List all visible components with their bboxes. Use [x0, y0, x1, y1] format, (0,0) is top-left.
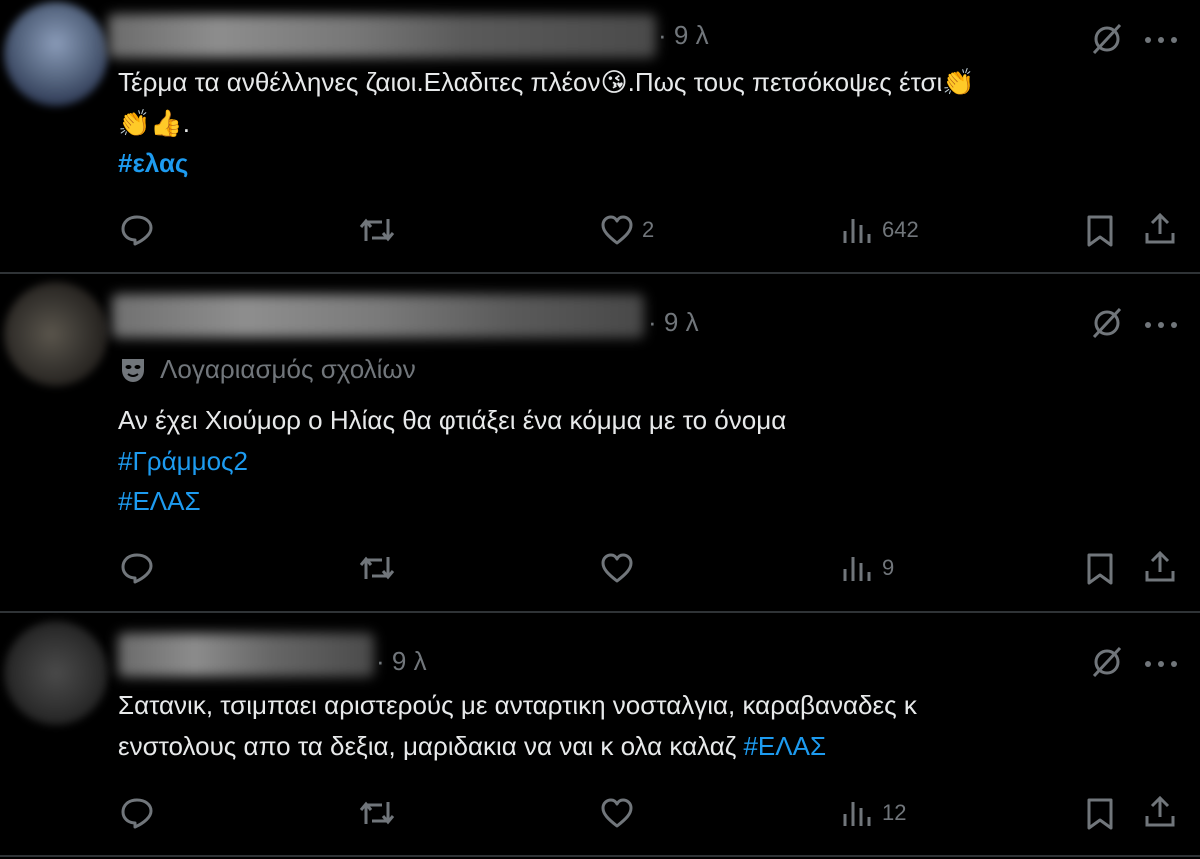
tweet-2[interactable]: · 9 λ Λογαριασμός σχολίων Αν έχει Χιούμο…	[0, 274, 1200, 611]
reply-icon	[121, 798, 153, 829]
grok-icon[interactable]	[1090, 307, 1124, 343]
reply-button[interactable]	[120, 214, 154, 246]
hashtag-link[interactable]: #ΕΛΑΣ	[743, 731, 826, 761]
grok-icon[interactable]	[1090, 23, 1124, 59]
avatar[interactable]	[4, 282, 108, 386]
like-count: 2	[642, 217, 655, 242]
views-button[interactable]: 9	[842, 552, 894, 584]
mask-icon	[122, 358, 144, 382]
author-name-blurred[interactable]	[118, 633, 374, 677]
tweet-1[interactable]: · 9 λ Τέρμα τα ανθέλληνες ζαιοι.Ελαδιτες…	[0, 0, 1200, 272]
view-count: 9	[882, 555, 895, 580]
like-button[interactable]	[600, 797, 642, 829]
share-icon	[1145, 550, 1175, 582]
tweet-time[interactable]: · 9 λ	[658, 20, 709, 51]
more-icon[interactable]	[1143, 32, 1179, 50]
anonymous-account-label: Λογαριασμός σχολίων	[118, 354, 416, 385]
hashtag-link[interactable]: #ελας	[118, 148, 188, 178]
more-icon[interactable]	[1143, 656, 1179, 674]
retweet-icon	[359, 218, 395, 242]
bookmark-icon	[1087, 553, 1113, 585]
tweet-text-part: ενστολους απο τα δεξια, μαριδακια να ναι…	[118, 731, 744, 761]
clap-emoji: 👏	[942, 68, 975, 98]
tweet-text: Τέρμα τα ανθέλληνες ζαιοι.Ελαδιτες πλέον…	[118, 62, 975, 104]
clap-thumbs-emoji: 👏👍	[118, 109, 183, 139]
like-button[interactable]	[600, 552, 642, 584]
bookmark-button[interactable]	[1084, 552, 1116, 586]
anonymous-account-text: Λογαριασμός σχολίων	[160, 354, 416, 384]
tweet-text: Σατανικ, τσιμπαει αριστερούς με ανταρτικ…	[118, 690, 917, 720]
reply-icon	[121, 215, 153, 246]
views-button[interactable]: 12	[842, 797, 906, 829]
tweet-text: Αν έχει Χιούμορ ο Ηλίας θα φτιάξει ένα κ…	[118, 405, 787, 435]
bookmark-button[interactable]	[1084, 797, 1116, 831]
avatar[interactable]	[4, 621, 108, 725]
retweet-icon	[359, 556, 395, 580]
share-icon	[1145, 795, 1175, 827]
tweet-time[interactable]: · 9 λ	[648, 307, 699, 338]
author-name-blurred[interactable]	[112, 294, 644, 338]
reply-button[interactable]	[120, 552, 154, 584]
heart-icon	[601, 553, 633, 583]
heart-icon	[601, 215, 633, 245]
bookmark-button[interactable]	[1084, 214, 1116, 248]
avatar[interactable]	[4, 2, 108, 106]
more-icon[interactable]	[1143, 317, 1179, 335]
tweet-text-dot: .	[182, 108, 190, 138]
tweet-divider	[0, 855, 1200, 857]
like-button[interactable]: 2	[600, 214, 654, 246]
views-icon	[843, 557, 871, 581]
views-button[interactable]: 642	[842, 214, 919, 246]
hashtag-line: #Γράμμος2	[118, 441, 248, 482]
tweet-text-part: .Πως τους πετσόκοψες έτσι	[627, 67, 943, 97]
tweet-3[interactable]: · 9 λ Σατανικ, τσιμπαει αριστερούς με αν…	[0, 613, 1200, 859]
author-name-blurred[interactable]	[108, 14, 656, 58]
share-icon	[1145, 212, 1175, 244]
hashtag-link[interactable]: #ΕΛΑΣ	[118, 486, 201, 516]
hashtag-line: #ΕΛΑΣ	[118, 481, 201, 522]
heart-icon	[601, 798, 633, 828]
share-button[interactable]	[1143, 795, 1177, 829]
view-count: 12	[882, 800, 907, 825]
reply-button[interactable]	[120, 797, 154, 829]
bookmark-icon	[1087, 798, 1113, 830]
hashtag-line: #ελας	[118, 143, 188, 184]
retweet-icon	[359, 801, 395, 825]
tweet-text-line2: ενστολους απο τα δεξια, μαριδακια να ναι…	[118, 726, 826, 767]
bookmark-icon	[1087, 215, 1113, 247]
kiss-emoji: 😘	[600, 68, 628, 98]
share-button[interactable]	[1143, 550, 1177, 584]
grok-icon[interactable]	[1090, 646, 1124, 682]
tweet-text-line2: 👏👍.	[118, 103, 190, 145]
hashtag-link[interactable]: #Γράμμος2	[118, 446, 248, 476]
views-icon	[843, 219, 871, 243]
tweet-time[interactable]: · 9 λ	[376, 646, 427, 677]
share-button[interactable]	[1143, 212, 1177, 246]
retweet-button[interactable]	[358, 798, 396, 828]
reply-icon	[121, 553, 153, 584]
tweet-text-part: Τέρμα τα ανθέλληνες ζαιοι.Ελαδιτες πλέον	[118, 67, 601, 97]
retweet-button[interactable]	[358, 215, 396, 245]
views-icon	[843, 802, 871, 826]
retweet-button[interactable]	[358, 553, 396, 583]
view-count: 642	[882, 217, 919, 242]
